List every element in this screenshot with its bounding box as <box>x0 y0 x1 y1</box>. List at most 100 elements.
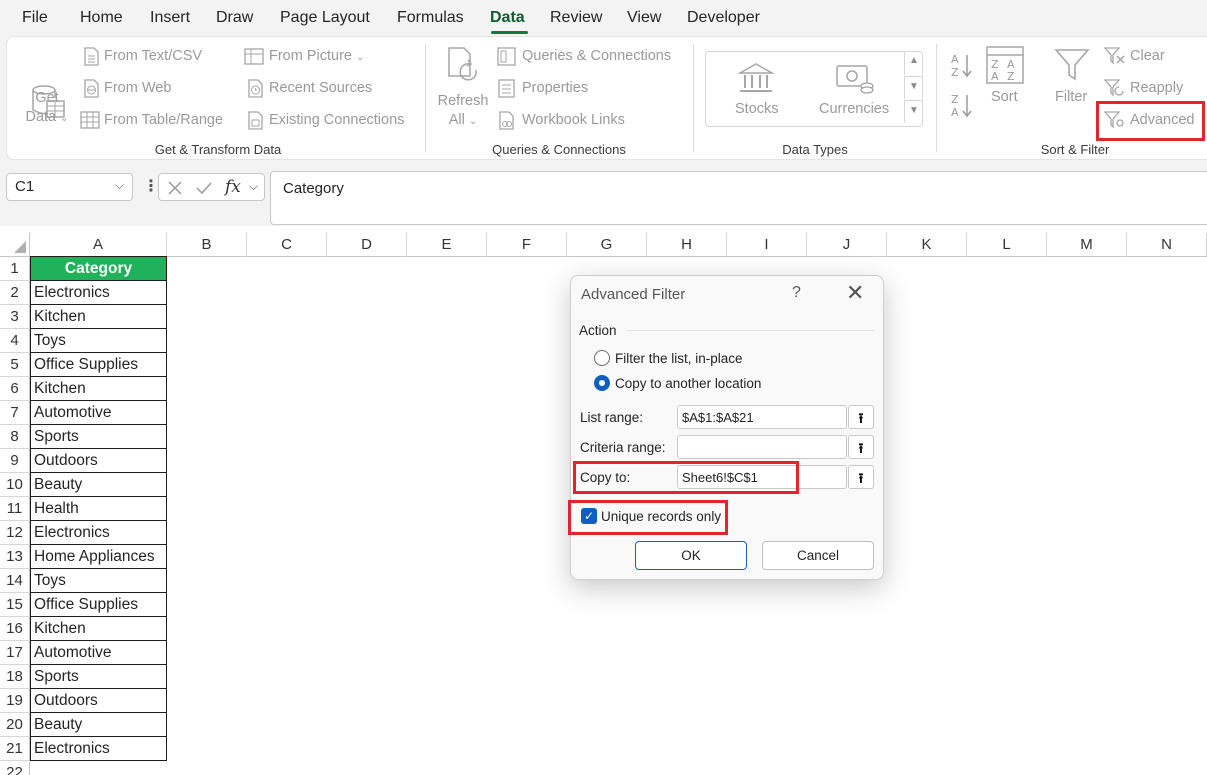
table-cell[interactable]: Electronics <box>30 737 167 761</box>
from-web-button[interactable]: From Web <box>104 80 171 96</box>
criteria-range-collapse-button[interactable]: ⭱ <box>848 435 874 459</box>
gallery-scroll-down[interactable]: ▼ <box>904 76 922 99</box>
list-range-collapse-button[interactable]: ⭱ <box>848 405 874 429</box>
row-header[interactable]: 9 <box>0 449 30 473</box>
menu-formulas[interactable]: Formulas <box>397 9 464 27</box>
copy-location-label[interactable]: Copy to another location <box>615 376 761 391</box>
name-box[interactable]: C1 ⌵ <box>6 173 133 201</box>
row-header[interactable]: 8 <box>0 425 30 449</box>
gallery-scroll-up[interactable]: ▲ <box>904 52 922 75</box>
menu-draw[interactable]: Draw <box>216 9 253 27</box>
close-icon[interactable]: ✕ <box>846 280 864 306</box>
row-header[interactable]: 1 <box>0 257 30 281</box>
row-header[interactable]: 22 <box>0 761 30 775</box>
row-header[interactable]: 7 <box>0 401 30 425</box>
table-cell[interactable]: Beauty <box>30 713 167 737</box>
table-cell[interactable]: Electronics <box>30 521 167 545</box>
menu-review[interactable]: Review <box>550 9 602 27</box>
properties-button[interactable]: Properties <box>522 80 588 96</box>
table-cell[interactable]: Kitchen <box>30 617 167 641</box>
from-text-csv-button[interactable]: From Text/CSV <box>104 48 202 64</box>
row-header[interactable]: 2 <box>0 281 30 305</box>
column-header-g[interactable]: G <box>567 233 647 257</box>
table-cell[interactable]: Electronics <box>30 281 167 305</box>
table-cell[interactable]: Sports <box>30 665 167 689</box>
table-cell[interactable]: Office Supplies <box>30 353 167 377</box>
table-cell[interactable]: Kitchen <box>30 305 167 329</box>
from-table-range-button[interactable]: From Table/Range <box>104 112 223 128</box>
list-range-input[interactable]: $A$1:$A$21 <box>677 405 847 429</box>
copy-location-radio[interactable] <box>594 375 610 391</box>
table-cell[interactable]: Outdoors <box>30 449 167 473</box>
table-cell[interactable]: Office Supplies <box>30 593 167 617</box>
chevron-down-icon[interactable]: ⌵ <box>249 179 258 194</box>
from-picture-button[interactable]: From Picture ⌄ <box>269 48 364 64</box>
menu-page-layout[interactable]: Page Layout <box>280 9 370 27</box>
row-header[interactable]: 19 <box>0 689 30 713</box>
currencies-button[interactable]: Currencies <box>819 101 889 117</box>
column-header-h[interactable]: H <box>647 233 727 257</box>
table-cell[interactable]: Toys <box>30 569 167 593</box>
row-header[interactable]: 21 <box>0 737 30 761</box>
check-icon[interactable] <box>195 180 213 196</box>
column-header-i[interactable]: I <box>727 233 807 257</box>
clear-button[interactable]: Clear <box>1130 48 1165 64</box>
row-header[interactable]: 10 <box>0 473 30 497</box>
row-header[interactable]: 15 <box>0 593 30 617</box>
table-cell[interactable]: Beauty <box>30 473 167 497</box>
filter-button[interactable]: Filter <box>1055 89 1087 105</box>
reapply-button[interactable]: Reapply <box>1130 80 1183 96</box>
table-cell[interactable]: Outdoors <box>30 689 167 713</box>
row-header[interactable]: 6 <box>0 377 30 401</box>
column-header-c[interactable]: C <box>247 233 327 257</box>
criteria-range-input[interactable] <box>677 435 847 459</box>
menu-file[interactable]: File <box>22 9 48 27</box>
select-all-corner[interactable] <box>0 233 30 257</box>
row-header[interactable]: 17 <box>0 641 30 665</box>
table-cell[interactable]: Toys <box>30 329 167 353</box>
column-header-e[interactable]: E <box>407 233 487 257</box>
gallery-more[interactable]: ▼ <box>904 100 922 123</box>
row-header[interactable]: 18 <box>0 665 30 689</box>
header-cell[interactable]: Category <box>30 256 167 281</box>
row-header[interactable]: 12 <box>0 521 30 545</box>
help-icon[interactable]: ? <box>792 284 801 302</box>
more-options-icon[interactable]: ⋮ <box>143 176 159 196</box>
table-cell[interactable]: Automotive <box>30 401 167 425</box>
formula-input[interactable]: Category <box>270 171 1207 225</box>
menu-data[interactable]: Data <box>490 9 525 27</box>
table-cell[interactable]: Automotive <box>30 641 167 665</box>
recent-sources-button[interactable]: Recent Sources <box>269 80 372 96</box>
column-header-b[interactable]: B <box>167 233 247 257</box>
table-cell[interactable]: Sports <box>30 425 167 449</box>
table-cell[interactable]: Kitchen <box>30 377 167 401</box>
column-header-f[interactable]: F <box>487 233 567 257</box>
row-header[interactable]: 4 <box>0 329 30 353</box>
sort-button[interactable]: Sort <box>991 89 1018 105</box>
column-header-k[interactable]: K <box>887 233 967 257</box>
column-header-j[interactable]: J <box>807 233 887 257</box>
ok-button[interactable]: OK <box>635 541 747 570</box>
workbook-links-button[interactable]: Workbook Links <box>522 112 625 128</box>
row-header[interactable]: 5 <box>0 353 30 377</box>
cancel-button[interactable]: Cancel <box>762 541 874 570</box>
row-header[interactable]: 13 <box>0 545 30 569</box>
menu-developer[interactable]: Developer <box>687 9 760 27</box>
menu-view[interactable]: View <box>627 9 661 27</box>
function-icon[interactable]: fx <box>225 177 241 197</box>
menu-home[interactable]: Home <box>80 9 123 27</box>
filter-in-place-label[interactable]: Filter the list, in-place <box>615 351 743 366</box>
existing-connections-button[interactable]: Existing Connections <box>269 112 404 128</box>
refresh-all-button[interactable]: Refresh All ⌄ <box>434 92 492 131</box>
menu-insert[interactable]: Insert <box>150 9 190 27</box>
copy-to-collapse-button[interactable]: ⭱ <box>848 465 874 489</box>
row-header[interactable]: 14 <box>0 569 30 593</box>
table-cell[interactable]: Home Appliances <box>30 545 167 569</box>
column-header-n[interactable]: N <box>1127 233 1207 257</box>
stocks-button[interactable]: Stocks <box>735 101 779 117</box>
column-header-d[interactable]: D <box>327 233 407 257</box>
table-cell[interactable]: Health <box>30 497 167 521</box>
row-header[interactable]: 16 <box>0 617 30 641</box>
column-header-l[interactable]: L <box>967 233 1047 257</box>
filter-in-place-radio[interactable] <box>594 350 610 366</box>
